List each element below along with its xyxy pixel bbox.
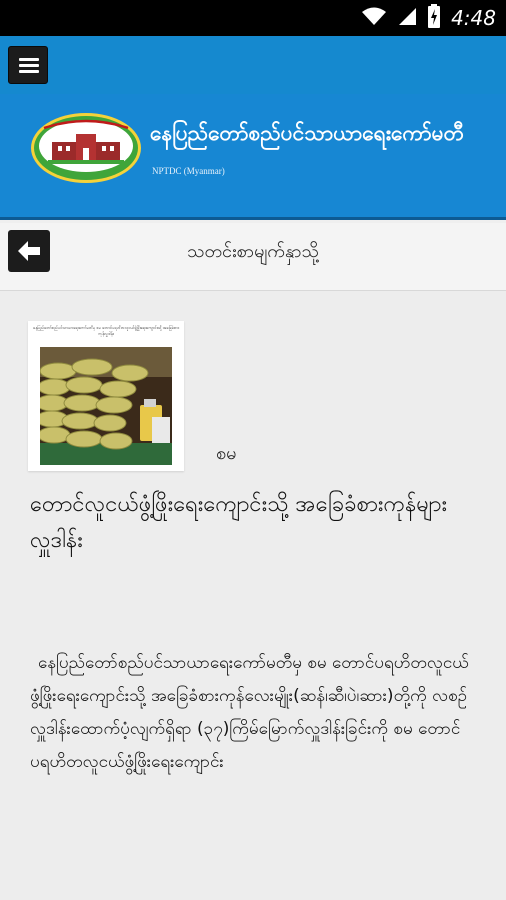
status-icons: 4:48 <box>361 4 496 32</box>
thumbnail-caption: နေပြည်တော်စည်ပင်သာယာရေးကော်မတီမှ စမ တောင… <box>33 325 179 336</box>
header-banner: နေပြည်တော်စည်ပင်သာယာရေးကော်မတီ NPTDC (My… <box>0 94 506 220</box>
wifi-icon <box>361 6 387 30</box>
article-source: စမ <box>216 443 237 464</box>
article-title: တောင်လူငယ်ဖွံ့ဖြိုးရေးကျောင်းသို့ အခြေခံ… <box>30 492 448 553</box>
banner-title: နေပြည်တော်စည်ပင်သာယာရေးကော်မတီ <box>150 121 465 145</box>
battery-charging-icon <box>427 4 441 32</box>
article-content: နေပြည်တော်စည်ပင်သာယာရေးကော်မတီမှ စမ တောင… <box>0 291 506 900</box>
status-time: 4:48 <box>451 6 496 30</box>
banner-subtitle: NPTDC (Myanmar) <box>152 166 225 176</box>
menu-button[interactable] <box>8 46 48 84</box>
nptdc-logo <box>30 112 142 184</box>
app-bar <box>0 36 506 94</box>
nav-title: သတင်းစာမျက်နှာသို့ <box>187 241 319 262</box>
rice-sacks-photo <box>40 347 172 465</box>
status-bar: 4:48 <box>0 0 506 36</box>
article-body: နေပြည်တော်စည်ပင်သာယာရေးကော်မတီမှ စမ တောင… <box>30 653 469 772</box>
news-nav-bar: သတင်းစာမျက်နှာသို့ <box>0 223 506 291</box>
signal-icon <box>397 6 417 30</box>
article-thumbnail[interactable]: နေပြည်တော်စည်ပင်သာယာရေးကော်မတီမှ စမ တောင… <box>28 321 184 471</box>
